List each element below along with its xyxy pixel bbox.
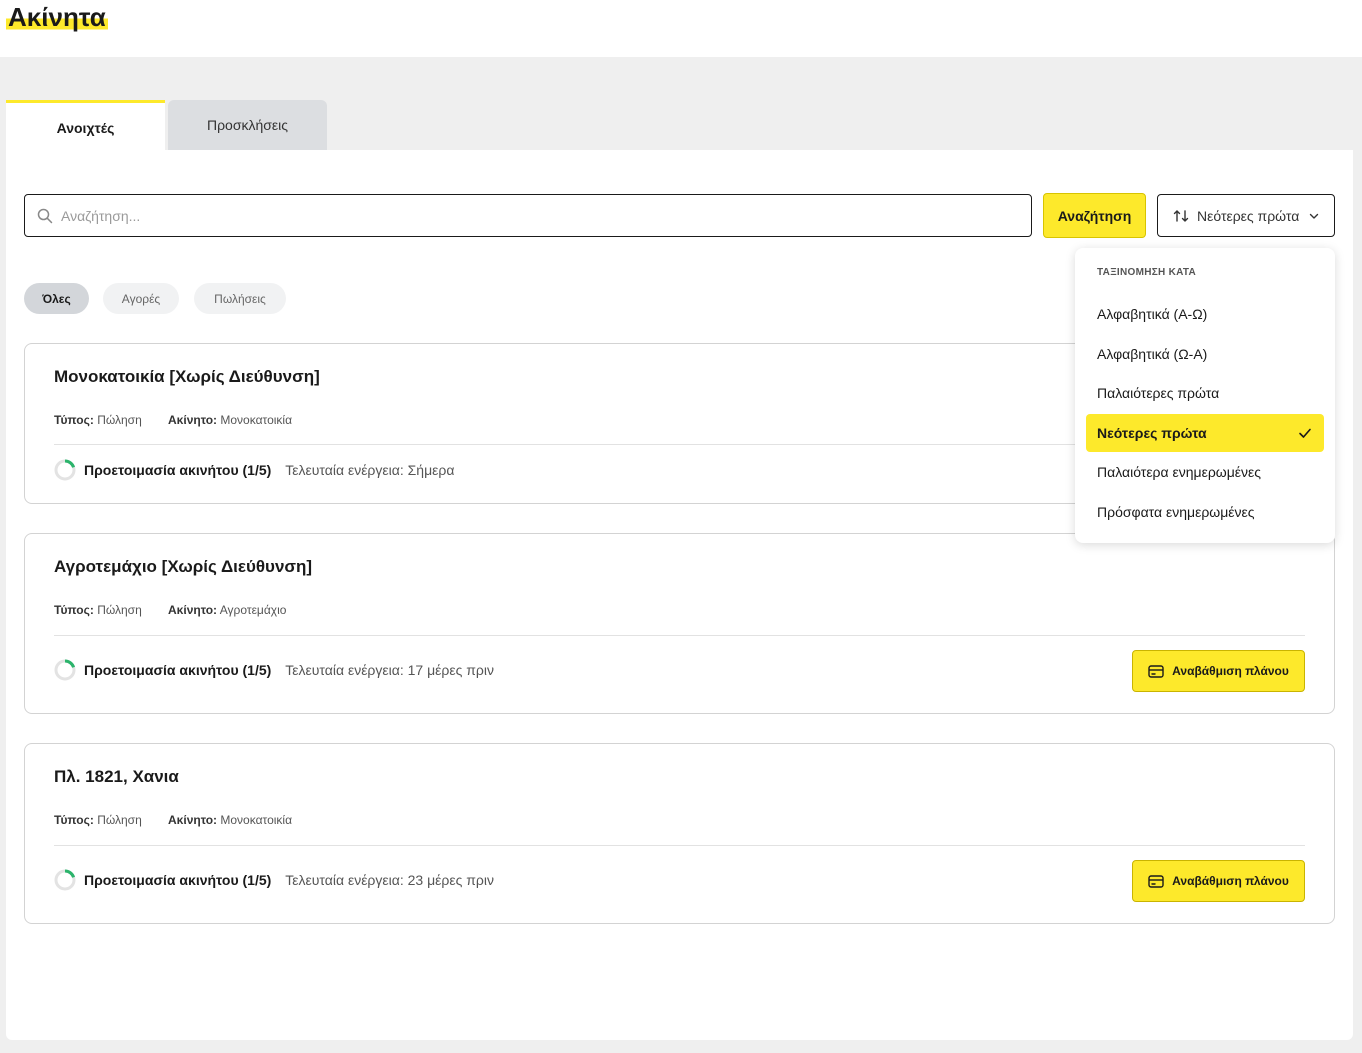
type-label: Τύπος: — [54, 813, 94, 827]
progress-status: Προετοιμασία ακινήτου (1/5) Τελευταία εν… — [54, 659, 494, 681]
search-button[interactable]: Αναζήτηση — [1043, 193, 1146, 238]
sort-option-oldest-first[interactable]: Παλαιότερες πρώτα — [1086, 374, 1324, 412]
sort-option-alpha-desc[interactable]: Αλφαβητικά (Ω-Α) — [1086, 335, 1324, 373]
sort-option-label: Πρόσφατα ενημερωμένες — [1097, 504, 1255, 520]
property-label: Ακίνητο: — [168, 813, 218, 827]
property-kind: Ακίνητο: Μονοκατοικία — [168, 413, 292, 427]
upgrade-plan-label: Αναβάθμιση πλάνου — [1172, 664, 1289, 678]
last-activity: Τελευταία ενέργεια: 23 μέρες πριν — [285, 872, 494, 888]
filter-chip-all[interactable]: Όλες — [24, 283, 89, 314]
sort-option-newest-first[interactable]: Νεότερες πρώτα — [1086, 414, 1324, 452]
progress-ring-icon — [54, 659, 76, 681]
credit-card-icon — [1148, 874, 1164, 888]
sort-arrows-icon — [1173, 209, 1189, 222]
filter-chip-sales[interactable]: Πωλήσεις — [194, 283, 286, 314]
sort-dropdown-header: ΤΑΞΙΝΟΜΗΣΗ ΚΑΤΑ — [1097, 267, 1197, 278]
type-label: Τύπος: — [54, 413, 94, 427]
sort-option-label: Αλφαβητικά (Α-Ω) — [1097, 306, 1208, 322]
property-type: Τύπος: Πώληση — [54, 813, 142, 827]
type-value: Πώληση — [97, 813, 142, 827]
checkmark-icon — [1299, 428, 1311, 438]
sort-current-label: Νεότερες πρώτα — [1197, 207, 1300, 224]
last-activity-label: Τελευταία ενέργεια: — [285, 662, 404, 678]
filter-chip-sales-label: Πωλήσεις — [214, 291, 266, 306]
progress-status: Προετοιμασία ακινήτου (1/5) Τελευταία εν… — [54, 869, 494, 891]
credit-card-icon — [1148, 664, 1164, 678]
sort-option-label: Παλαιότερες πρώτα — [1097, 385, 1220, 401]
property-kind-value: Αγροτεμάχιο — [219, 603, 287, 617]
search-button-label: Αναζήτηση — [1057, 207, 1132, 224]
last-activity: Τελευταία ενέργεια: 17 μέρες πριν — [285, 662, 494, 678]
property-kind-value: Μονοκατοικία — [220, 813, 293, 827]
property-kind: Ακίνητο: Αγροτεμάχιο — [168, 603, 286, 617]
progress-ring-icon — [54, 459, 76, 481]
property-kind: Ακίνητο: Μονοκατοικία — [168, 813, 292, 827]
page-header: Ακίνητα — [0, 0, 1362, 57]
sort-option-least-recently-updated[interactable]: Παλαιότερα ενημερωμένες — [1086, 453, 1324, 491]
last-activity-value: Σήμερα — [407, 462, 455, 478]
upgrade-plan-button[interactable]: Αναβάθμιση πλάνου — [1132, 650, 1305, 692]
progress-status: Προετοιμασία ακινήτου (1/5) Τελευταία εν… — [54, 459, 454, 481]
last-activity-label: Τελευταία ενέργεια: — [285, 462, 404, 478]
property-label: Ακίνητο: — [168, 603, 218, 617]
property-card[interactable]: Πλ. 1821, Χανια Τύπος: Πώληση Ακίνητο: Μ… — [24, 743, 1335, 924]
sort-dropdown-menu: ΤΑΞΙΝΟΜΗΣΗ ΚΑΤΑ Αλφαβητικά (Α-Ω) Αλφαβητ… — [1075, 248, 1335, 543]
property-card[interactable]: Αγροτεμάχιο [Χωρίς Διεύθυνση] Τύπος: Πώλ… — [24, 533, 1335, 714]
type-value: Πώληση — [97, 603, 142, 617]
filter-chip-all-label: Όλες — [42, 291, 71, 306]
property-kind-value: Μονοκατοικία — [220, 413, 293, 427]
card-divider — [54, 635, 1305, 636]
type-value: Πώληση — [97, 413, 142, 427]
tab-open-label: Ανοιχτές — [56, 119, 115, 136]
tab-invitations[interactable]: Προσκλήσεις — [168, 100, 327, 150]
property-title[interactable]: Μονοκατοικία [Χωρίς Διεύθυνση] — [54, 367, 320, 387]
chevron-down-icon — [1310, 213, 1319, 219]
property-type: Τύπος: Πώληση — [54, 603, 142, 617]
search-box — [24, 194, 1032, 237]
filter-chip-purchases-label: Αγορές — [121, 291, 161, 306]
last-activity-label: Τελευταία ενέργεια: — [285, 872, 404, 888]
sort-button[interactable]: Νεότερες πρώτα — [1157, 194, 1335, 237]
tab-open[interactable]: Ανοιχτές — [6, 100, 165, 150]
property-label: Ακίνητο: — [168, 413, 218, 427]
last-activity-value: 17 μέρες πριν — [407, 662, 494, 678]
search-input[interactable] — [61, 207, 961, 224]
property-type: Τύπος: Πώληση — [54, 413, 142, 427]
filter-chip-purchases[interactable]: Αγορές — [103, 283, 179, 314]
property-title[interactable]: Αγροτεμάχιο [Χωρίς Διεύθυνση] — [54, 557, 312, 577]
sort-option-label: Νεότερες πρώτα — [1097, 425, 1207, 441]
sort-option-alpha-asc[interactable]: Αλφαβητικά (Α-Ω) — [1086, 295, 1324, 333]
progress-label: Προετοιμασία ακινήτου (1/5) — [84, 662, 272, 678]
type-label: Τύπος: — [54, 603, 94, 617]
progress-label: Προετοιμασία ακινήτου (1/5) — [84, 462, 272, 478]
upgrade-plan-button[interactable]: Αναβάθμιση πλάνου — [1132, 860, 1305, 902]
tab-invitations-label: Προσκλήσεις — [206, 117, 289, 133]
property-title[interactable]: Πλ. 1821, Χανια — [54, 767, 179, 787]
card-divider — [54, 845, 1305, 846]
progress-label: Προετοιμασία ακινήτου (1/5) — [84, 872, 272, 888]
page-title-text: Ακίνητα — [6, 2, 108, 32]
last-activity-value: 23 μέρες πριν — [407, 872, 494, 888]
upgrade-plan-label: Αναβάθμιση πλάνου — [1172, 874, 1289, 888]
search-icon — [37, 208, 53, 223]
sort-option-recently-updated[interactable]: Πρόσφατα ενημερωμένες — [1086, 493, 1324, 531]
progress-ring-icon — [54, 869, 76, 891]
sort-option-label: Αλφαβητικά (Ω-Α) — [1097, 346, 1208, 362]
last-activity: Τελευταία ενέργεια: Σήμερα — [285, 462, 454, 478]
sort-option-label: Παλαιότερα ενημερωμένες — [1097, 464, 1262, 480]
page-title: Ακίνητα — [6, 2, 108, 33]
